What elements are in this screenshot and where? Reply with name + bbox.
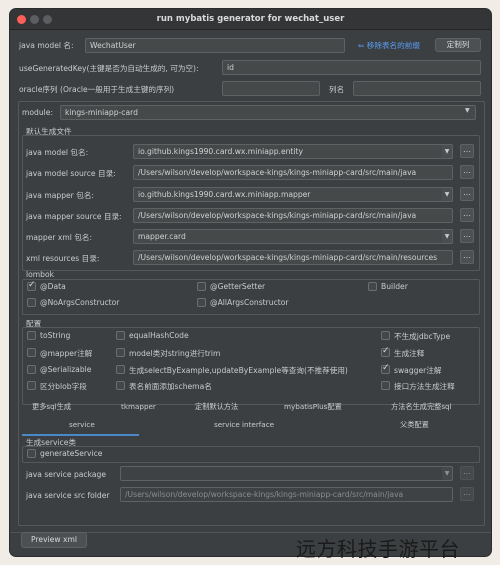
- model-package-input[interactable]: io.github.kings1990.card.wx.miniapp.enti…: [133, 144, 453, 159]
- blob-field-label: 区分blob字段: [40, 382, 87, 391]
- service-src-label: java service src folder: [26, 491, 110, 500]
- model-package-dropdown-icon[interactable]: ▼: [442, 144, 453, 159]
- equal-hashcode-checkbox[interactable]: [116, 331, 125, 340]
- mapper-xml-package-label: mapper xml 包名:: [26, 233, 93, 242]
- service-package-label: java service package: [26, 470, 106, 479]
- tab-custom-default-methods[interactable]: 定制默认方法: [195, 402, 238, 412]
- builder-label: Builder: [381, 282, 408, 291]
- getter-setter-label: @GetterSetter: [210, 282, 266, 291]
- generate-service-label: generateService: [40, 449, 103, 458]
- mapper-xml-package-browse-button[interactable]: …: [460, 229, 474, 243]
- equal-hashcode-label: equalHashCode: [129, 331, 189, 340]
- tostring-checkbox[interactable]: [27, 331, 36, 340]
- chevron-down-icon: ▼: [465, 107, 470, 114]
- title-bar: run mybatis generator for wechat_user: [10, 9, 491, 30]
- model-source-browse-button[interactable]: …: [460, 165, 474, 179]
- mapper-package-browse-button[interactable]: …: [460, 187, 474, 201]
- swagger-label: swagger注解: [394, 366, 442, 375]
- xml-resources-label: xml resources 目录:: [26, 254, 100, 263]
- model-package-browse-button[interactable]: …: [460, 144, 474, 158]
- swagger-checkbox[interactable]: [381, 363, 390, 374]
- schema-prefix-checkbox[interactable]: [116, 381, 125, 390]
- mapper-package-input[interactable]: io.github.kings1990.card.wx.miniapp.mapp…: [133, 187, 453, 202]
- module-label: module:: [22, 108, 54, 117]
- xml-resources-browse-button[interactable]: …: [460, 250, 474, 264]
- service-package-dropdown-icon[interactable]: ▼: [442, 466, 453, 481]
- select-by-example-checkbox[interactable]: [116, 365, 125, 374]
- service-package-browse-button[interactable]: …: [460, 466, 474, 480]
- model-package-label: java model 包名:: [26, 148, 89, 157]
- oracle-sequence-label: oracle序列 (Oracle一般用于生成主键的序列): [19, 85, 175, 94]
- mapper-annotation-checkbox[interactable]: [27, 348, 36, 357]
- serializable-checkbox[interactable]: [27, 365, 36, 374]
- mapper-source-input[interactable]: /Users/wilson/develop/workspace-kings/ki…: [133, 208, 453, 223]
- preview-xml-button[interactable]: Preview xml: [21, 532, 87, 548]
- generate-comments-label: 生成注释: [394, 349, 425, 358]
- oracle-sequence-input[interactable]: [222, 81, 320, 96]
- mapper-source-browse-button[interactable]: …: [460, 208, 474, 222]
- xml-resources-input[interactable]: /Users/wilson/develop/workspace-kings/ki…: [133, 250, 453, 265]
- model-name-label: java model 名:: [19, 41, 74, 50]
- generator-window: run mybatis generator for wechat_user ja…: [9, 8, 492, 557]
- tostring-label: toString: [40, 331, 71, 340]
- tab-tkmapper[interactable]: tkmapper: [121, 402, 156, 411]
- data-checkbox[interactable]: [27, 280, 36, 291]
- data-checkbox-label: @Data: [40, 282, 66, 291]
- serializable-label: @Serializable: [40, 365, 92, 374]
- mapper-annotation-label: @mapper注解: [40, 349, 93, 358]
- mapper-xml-package-input[interactable]: mapper.card: [133, 229, 453, 244]
- column-name-label: 列名: [329, 85, 345, 94]
- tab-service-interface[interactable]: service interface: [214, 420, 274, 429]
- generate-comments-checkbox[interactable]: [381, 346, 390, 357]
- all-args-constructor-checkbox[interactable]: [197, 298, 206, 307]
- model-name-input[interactable]: WechatUser: [85, 38, 345, 53]
- string-trim-checkbox[interactable]: [116, 348, 125, 357]
- no-jdbctype-label: 不生成jdbcType: [394, 332, 451, 341]
- string-trim-label: model类对string进行trim: [129, 349, 221, 358]
- model-source-label: java model source 目录:: [26, 169, 116, 178]
- builder-checkbox[interactable]: [368, 282, 377, 291]
- active-tab-indicator: [22, 434, 139, 436]
- mapper-package-dropdown-icon[interactable]: ▼: [442, 187, 453, 202]
- all-args-constructor-label: @AllArgsConstructor: [210, 298, 289, 307]
- column-name-input[interactable]: [353, 81, 481, 96]
- tab-mybatisplus-config[interactable]: mybatisPlus配置: [284, 402, 342, 412]
- module-select[interactable]: kings-miniapp-card: [60, 105, 476, 120]
- blob-field-checkbox[interactable]: [27, 381, 36, 390]
- tab-method-name-sql[interactable]: 方法名生成完整sql: [391, 402, 452, 412]
- window-title: run mybatis generator for wechat_user: [156, 14, 345, 24]
- mapper-xml-package-dropdown-icon[interactable]: ▼: [442, 229, 453, 244]
- tab-service[interactable]: service: [69, 420, 95, 429]
- getter-setter-checkbox[interactable]: [197, 282, 206, 291]
- tab-more-sql[interactable]: 更多sql生成: [32, 402, 71, 412]
- method-comments-checkbox[interactable]: [381, 381, 390, 390]
- no-args-constructor-checkbox[interactable]: [27, 298, 36, 307]
- use-generated-key-input[interactable]: id: [222, 60, 481, 75]
- watermark: 远方科技手游平台: [296, 537, 460, 561]
- method-comments-label: 接口方法生成注释: [394, 382, 455, 391]
- mapper-source-label: java mapper source 目录:: [26, 212, 122, 221]
- custom-column-button[interactable]: 定制列: [435, 38, 481, 52]
- service-src-input[interactable]: /Users/wilson/develop/workspace-kings/ki…: [120, 487, 453, 502]
- service-src-browse-button[interactable]: …: [460, 487, 474, 501]
- generate-service-checkbox[interactable]: [27, 449, 36, 458]
- select-by-example-label: 生成selectByExample,updateByExample等查询(不推荐…: [129, 366, 348, 375]
- no-args-constructor-label: @NoArgsConstructor: [40, 298, 120, 307]
- service-package-input[interactable]: [120, 466, 453, 481]
- use-generated-key-label: useGeneratedKey(主键是否为自动生成的, 可为空):: [19, 64, 199, 73]
- tab-parent-class-config[interactable]: 父类配置: [400, 420, 429, 430]
- no-jdbctype-checkbox[interactable]: [381, 331, 390, 340]
- remove-prefix-link[interactable]: ⇐ 移除表名的前缀: [358, 40, 420, 51]
- lombok-title: lombok: [26, 270, 55, 279]
- schema-prefix-label: 表名前面添加schema名: [129, 382, 212, 391]
- mapper-package-label: java mapper 包名:: [26, 191, 94, 200]
- model-source-input[interactable]: /Users/wilson/develop/workspace-kings/ki…: [133, 165, 453, 180]
